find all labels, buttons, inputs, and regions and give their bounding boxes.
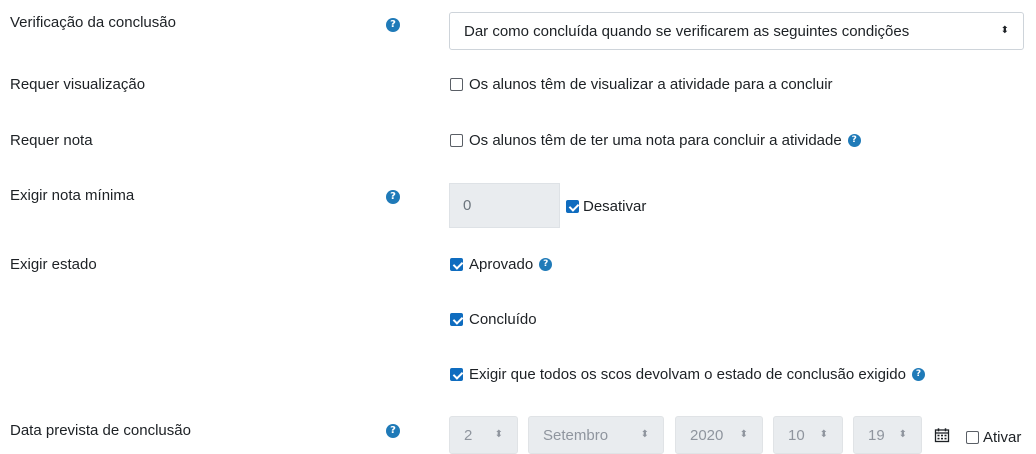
require-grade-checkbox-label: Os alunos têm de ter uma nota para concl…	[469, 132, 842, 149]
min-grade-input[interactable]: 0	[449, 183, 560, 228]
date-year-select[interactable]: 2020 ⬍	[675, 416, 763, 454]
completion-check-label: Verificação da conclusão	[10, 14, 176, 31]
date-minute-select[interactable]: 19 ⬍	[853, 416, 922, 454]
require-view-checkbox[interactable]	[450, 78, 463, 91]
require-grade-label: Requer nota	[10, 132, 93, 149]
status-all-scos-row[interactable]: Exigir que todos os scos devolvam o esta…	[450, 366, 925, 383]
min-grade-disable-checkbox[interactable]	[566, 200, 579, 213]
completion-check-select[interactable]: Dar como concluída quando se verificarem…	[449, 12, 1024, 50]
require-view-label: Requer visualização	[10, 76, 146, 93]
min-grade-disable-label: Desativar	[583, 198, 647, 215]
help-icon[interactable]: ?	[386, 18, 400, 32]
require-status-label: Exigir estado	[10, 256, 97, 273]
date-hour-select[interactable]: 10 ⬍	[773, 416, 843, 454]
chevron-updown-icon: ⬍	[494, 429, 503, 440]
status-completed-label: Concluído	[469, 311, 537, 328]
require-grade-checkbox[interactable]	[450, 134, 463, 147]
require-view-checkbox-label: Os alunos têm de visualizar a atividade …	[469, 76, 833, 93]
status-passed-row[interactable]: Aprovado ?	[450, 256, 553, 273]
min-grade-value: 0	[463, 197, 472, 214]
help-icon[interactable]: ?	[386, 424, 400, 438]
date-day-value: 2	[464, 426, 473, 444]
help-icon[interactable]: ?	[847, 134, 861, 147]
help-icon[interactable]: ?	[539, 258, 553, 271]
date-hour-value: 10	[788, 426, 805, 444]
expected-date-label: Data prevista de conclusão	[10, 422, 191, 439]
help-icon[interactable]: ?	[911, 368, 925, 381]
chevron-updown-icon: ⬍	[640, 429, 649, 440]
chevron-updown-icon: ⬍	[898, 429, 907, 440]
require-grade-checkbox-row[interactable]: Os alunos têm de ter uma nota para concl…	[450, 132, 861, 149]
date-month-select[interactable]: Setembro ⬍	[528, 416, 664, 454]
help-icon[interactable]: ?	[386, 190, 400, 204]
date-enable-checkbox[interactable]	[966, 431, 979, 444]
status-all-scos-label: Exigir que todos os scos devolvam o esta…	[469, 366, 906, 383]
calendar-icon[interactable]	[934, 427, 950, 443]
date-day-select[interactable]: 2 ⬍	[449, 416, 518, 454]
chevron-updown-icon: ⬍	[819, 429, 828, 440]
chevron-updown-icon: ⬍	[1000, 25, 1009, 36]
status-passed-label: Aprovado	[469, 256, 534, 273]
min-grade-disable-row[interactable]: Desativar	[566, 198, 646, 215]
status-passed-checkbox[interactable]	[450, 258, 463, 271]
require-view-checkbox-row[interactable]: Os alunos têm de visualizar a atividade …	[450, 76, 833, 93]
date-year-value: 2020	[690, 426, 724, 444]
date-month-value: Setembro	[543, 426, 609, 444]
status-completed-checkbox[interactable]	[450, 313, 463, 326]
date-enable-label: Ativar	[983, 429, 1022, 446]
min-grade-label: Exigir nota mínima	[10, 187, 135, 204]
completion-check-select-value: Dar como concluída quando se verificarem…	[464, 22, 910, 40]
chevron-updown-icon: ⬍	[739, 429, 748, 440]
status-completed-row[interactable]: Concluído	[450, 311, 537, 328]
date-minute-value: 19	[868, 426, 885, 444]
date-enable-row[interactable]: Ativar	[966, 429, 1021, 446]
status-all-scos-checkbox[interactable]	[450, 368, 463, 381]
